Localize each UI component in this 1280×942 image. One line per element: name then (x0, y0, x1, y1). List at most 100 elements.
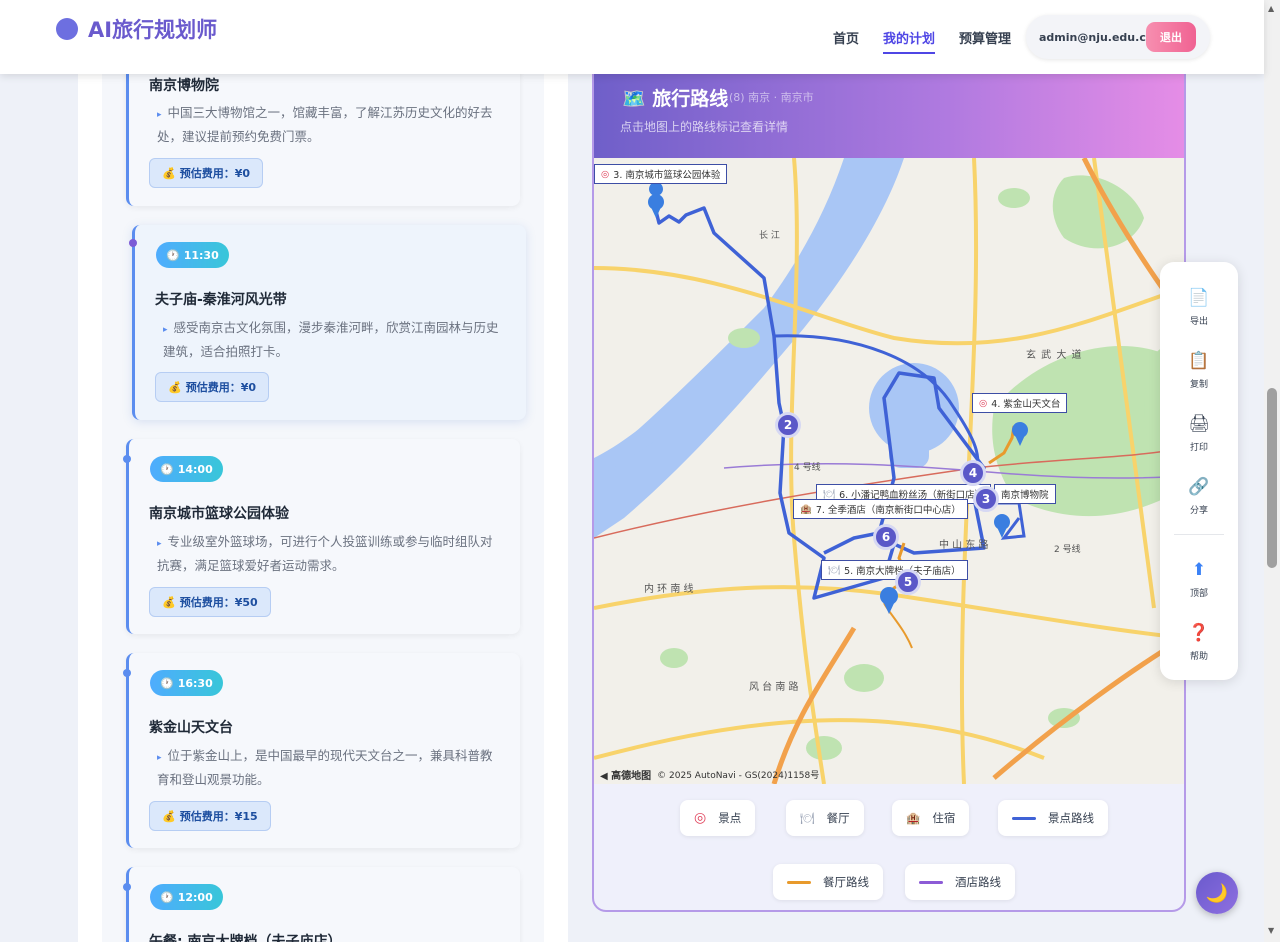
hotel-icon: 🏨 (906, 811, 921, 825)
money-bag-icon: 💰 (162, 809, 176, 823)
card-title: 南京城市篮球公园体验 (149, 506, 289, 522)
logout-button[interactable]: 退出 (1146, 22, 1196, 52)
line-swatch (1012, 816, 1036, 820)
map-title: 🗺️ 旅行路线 (622, 88, 729, 110)
target-icon: ◎ (694, 810, 707, 826)
map-label[interactable]: ◎ 4. 紫金山天文台 (972, 393, 1068, 413)
time-badge: 🕐 12:00 (150, 884, 223, 910)
cost-badge: 💰 预估费用：¥50 (149, 587, 271, 617)
map-label[interactable]: 🍽5. 南京大牌档（夫子庙店） (821, 560, 968, 580)
card-desc: ▸ 专业级室外篮球场，可进行个人投篮训练或参与临时组队对抗赛，满足篮球爱好者运动需… (157, 534, 493, 573)
map-label[interactable]: ◎ 3. 南京城市篮球公园体验 (594, 164, 728, 184)
route-marker[interactable]: 6 (873, 524, 899, 550)
itinerary-card[interactable]: 🕐 14:00 南京城市篮球公园体验 ▸ 专业级室外篮球场，可进行个人投篮训练或参与… (123, 439, 520, 634)
money-bag-icon: 💰 (162, 595, 176, 609)
fork-knife-icon: 🍽 (828, 564, 841, 576)
scroll-top-button[interactable]: ⬆ 顶部 (1160, 560, 1238, 599)
money-bag-icon: 💰 (168, 380, 182, 394)
map-legend: ◎ 景点 🍽 餐厅 🏨 住宿 景点路线 餐厅路线 酒店路线 (594, 784, 1184, 910)
legend-restaurant[interactable]: 🍽 餐厅 (786, 800, 864, 836)
legend-hotel-route[interactable]: 酒店路线 (905, 864, 1015, 900)
scroll-up-icon[interactable]: ▲ (1268, 4, 1274, 13)
route-marker[interactable]: 4 (960, 460, 986, 486)
page-scrollbar[interactable]: ▲ ▼ (1264, 0, 1280, 942)
share-button[interactable]: 🔗 分享 (1160, 477, 1238, 516)
clock-icon: 🕐 (160, 890, 174, 904)
timeline-dot (129, 239, 137, 247)
fork-knife-icon: 🍽 (800, 811, 815, 825)
road-label: 风 台 南 路 (749, 682, 799, 693)
itinerary-card[interactable]: 🕐 11:30 夫子庙-秦淮河风光带 ▸ 感受南京古文化氛围，漫步秦淮河畔，欣赏江南… (129, 225, 526, 420)
cost-badge: 💰 预估费用：¥0 (149, 158, 264, 188)
legend-attraction[interactable]: ◎ 景点 (680, 800, 756, 836)
map-label[interactable]: 南京博物院 (994, 484, 1056, 504)
time-badge: 🕐 14:00 (150, 456, 223, 482)
amap-logo: ◀ 高德地图 (600, 771, 652, 782)
line-swatch (919, 880, 943, 884)
target-icon: ◎ (601, 168, 610, 180)
moon-icon: 🌙 (1205, 882, 1229, 904)
brand-logo-icon (56, 18, 78, 40)
floating-toolbar: 📄 导出 📋 复制 🖨 打印 🔗 分享 ⬆ 顶部 ❓ 帮助 (1160, 262, 1238, 680)
brand-name: AI旅行规划师 (88, 18, 218, 42)
bullet-arrow-icon: ▸ (157, 110, 162, 120)
card-title: 南京博物院 (149, 78, 219, 94)
legend-hotel[interactable]: 🏨 住宿 (892, 800, 970, 836)
itinerary-card[interactable]: 🕐 16:30 紫金山天文台 ▸ 位于紫金山上，是中国最早的现代天文台之一，兼具科普… (123, 653, 520, 848)
bullet-arrow-icon: ▸ (157, 539, 162, 549)
cost-badge: 💰 预估费用：¥15 (149, 801, 271, 831)
route-marker[interactable]: 2 (775, 412, 801, 438)
road-label: 2 号线 (1054, 545, 1081, 555)
road-label: 玄 武 大 道 (1026, 350, 1083, 361)
map-canvas[interactable]: ◎ 3. 南京城市篮球公园体验 ◎ 4. 紫金山天文台 🍽 6. 小潘记鸭血粉丝汤（新… (594, 158, 1184, 784)
route-marker[interactable]: 5 (895, 569, 921, 595)
document-icon: 📄 (1188, 288, 1210, 308)
copy-button[interactable]: 📋 复制 (1160, 351, 1238, 390)
road-label: 4 号线 (794, 463, 821, 473)
line-swatch (787, 880, 811, 884)
route-marker[interactable]: 3 (973, 486, 999, 512)
user-box: admin@nju.edu.cn 退出 (1026, 15, 1210, 59)
legend-attraction-route[interactable]: 景点路线 (998, 800, 1108, 836)
map-header: 🗺️ 旅行路线 (8) 南京 · 南京市 点击地图上的路线标记查看详情 (594, 62, 1184, 158)
fork-knife-icon: 🍽 (823, 488, 836, 500)
print-button[interactable]: 🖨 打印 (1160, 414, 1238, 453)
card-desc: ▸ 位于紫金山上，是中国最早的现代天文台之一，兼具科普教育和登山观景功能。 (157, 748, 493, 787)
nav-budget[interactable]: 预算管理 (959, 28, 1011, 54)
timeline-dot (123, 455, 131, 463)
theme-toggle-button[interactable]: 🌙 (1196, 872, 1238, 914)
time-badge: 🕐 16:30 (150, 670, 223, 696)
cost-badge: 💰 预估费用：¥0 (155, 372, 270, 402)
timeline-dot (123, 883, 131, 891)
route-map-card: 🗺️ 旅行路线 (8) 南京 · 南京市 点击地图上的路线标记查看详情 ◎ 3.… (592, 60, 1186, 912)
map-copyright: ◀ 高德地图 © 2025 AutoNavi - GS(2024)1158号 (600, 767, 819, 782)
map-graphics (594, 158, 1184, 784)
nav-home[interactable]: 首页 (833, 28, 859, 54)
export-button[interactable]: 📄 导出 (1160, 288, 1238, 327)
clock-icon: 🕐 (160, 462, 174, 476)
scroll-thumb[interactable] (1267, 388, 1277, 568)
help-button[interactable]: ❓ 帮助 (1160, 623, 1238, 662)
user-email: admin@nju.edu.cn (1039, 30, 1154, 44)
target-icon: ◎ (979, 397, 988, 409)
card-title: 夫子庙-秦淮河风光带 (155, 292, 287, 308)
nav-my-plans[interactable]: 我的计划 (883, 28, 936, 54)
scroll-down-icon[interactable]: ▼ (1268, 926, 1274, 935)
itinerary-card[interactable]: 🕐 12:00 午餐: 南京大牌档（夫子庙店） (123, 867, 520, 942)
money-bag-icon: 💰 (162, 166, 176, 180)
clipboard-icon: 📋 (1188, 351, 1210, 371)
card-desc: ▸ 中国三大博物馆之一，馆藏丰富，了解江苏历史文化的好去处，建议提前预约免费门票。 (157, 105, 493, 144)
toolbar-divider (1174, 534, 1224, 535)
card-title: 紫金山天文台 (149, 720, 233, 736)
hotel-icon: 🏨 (800, 503, 812, 515)
bullet-arrow-icon: ▸ (163, 325, 168, 335)
time-badge: 🕐 11:30 (156, 242, 229, 268)
legend-restaurant-route[interactable]: 餐厅路线 (773, 864, 883, 900)
brand[interactable]: AI旅行规划师 (56, 14, 217, 44)
card-desc: ▸ 感受南京古文化氛围，漫步秦淮河畔，欣赏江南园林与历史建筑，适合拍照打卡。 (163, 320, 499, 359)
clock-icon: 🕐 (160, 676, 174, 690)
map-subtitle: (8) 南京 · 南京市 (729, 91, 814, 104)
map-label[interactable]: 🏨 7. 全季酒店（南京新街口中心店） (793, 499, 968, 519)
river-label: 长 江 (759, 231, 780, 241)
question-icon: ❓ (1188, 623, 1210, 643)
